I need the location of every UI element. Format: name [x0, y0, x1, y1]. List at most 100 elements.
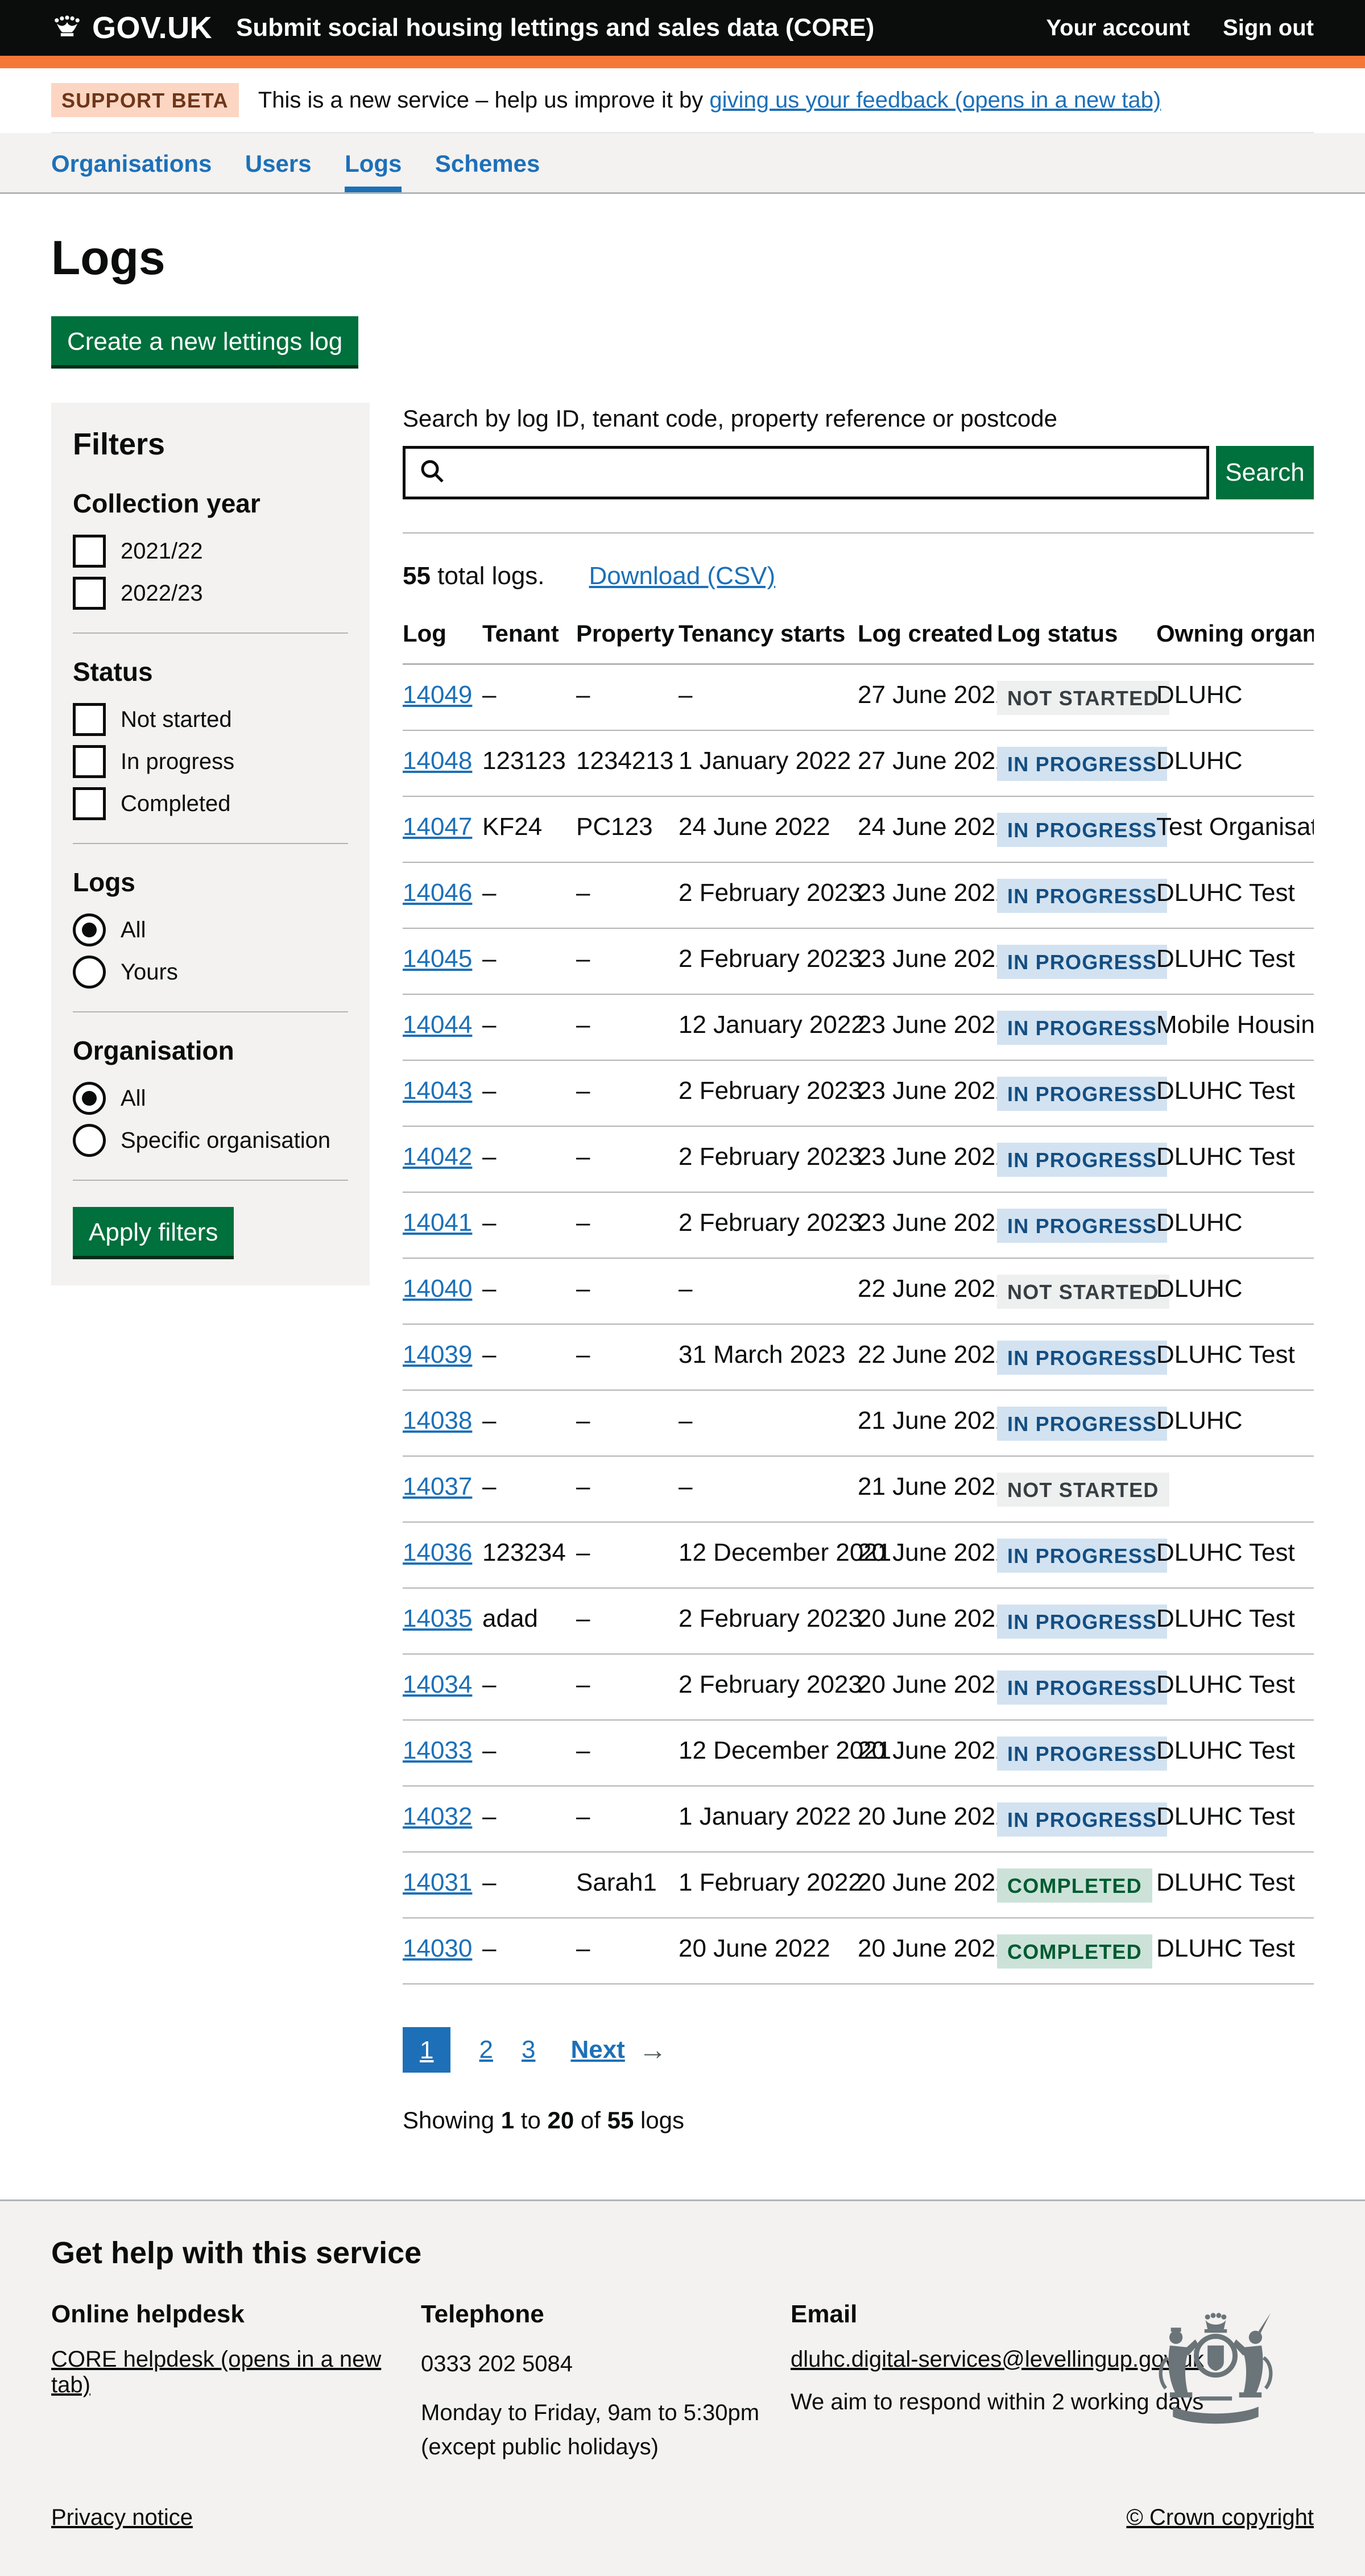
radio-option-logs-all[interactable]: All — [73, 913, 348, 946]
status-badge: In progress — [997, 879, 1167, 913]
property-cell: – — [576, 1258, 679, 1324]
checkbox-option-in-progress[interactable]: In progress — [73, 745, 348, 778]
checkbox-icon[interactable] — [73, 535, 106, 568]
create-lettings-log-button[interactable]: Create a new lettings log — [51, 316, 358, 365]
radio-icon[interactable] — [73, 956, 106, 989]
log-id-link[interactable]: 14038 — [403, 1407, 472, 1434]
tenancy-starts-cell: 20 June 2022 — [679, 1918, 858, 1984]
feedback-link[interactable]: giving us your feedback (opens in a new … — [709, 88, 1161, 113]
pagination-next[interactable]: Next — [570, 2036, 624, 2064]
column-header-log: Log — [403, 620, 482, 664]
log-id-link[interactable]: 14035 — [403, 1605, 472, 1632]
tenant-cell: – — [482, 994, 576, 1060]
radio-option-org-all[interactable]: All — [73, 1082, 348, 1115]
status-badge: Not started — [997, 1473, 1169, 1507]
log-id-link[interactable]: 14046 — [403, 879, 472, 907]
showing-count: 55 — [607, 2107, 634, 2133]
log-id-link[interactable]: 14042 — [403, 1143, 472, 1171]
tenancy-starts-cell: 12 December 2021 — [679, 1522, 858, 1588]
log-id-link[interactable]: 14043 — [403, 1077, 472, 1105]
radio-option-logs-yours[interactable]: Yours — [73, 956, 348, 989]
sign-out-link[interactable]: Sign out — [1223, 15, 1314, 41]
column-header-log-status: Log status — [997, 620, 1156, 664]
radio-option-org-specific[interactable]: Specific organisation — [73, 1124, 348, 1157]
table-header-row: Log Tenant Property Tenancy starts Log c… — [403, 620, 1314, 664]
radio-icon-selected[interactable] — [73, 913, 106, 946]
download-csv-link[interactable]: Download (CSV) — [589, 562, 776, 590]
log-created-cell: 20 June 2022 — [858, 1588, 997, 1654]
log-id-link[interactable]: 14033 — [403, 1736, 472, 1764]
log-id-link[interactable]: 14044 — [403, 1011, 472, 1039]
log-created-cell: 22 June 2022 — [858, 1324, 997, 1390]
table-row: 14046 – – 2 February 2023 23 June 2022 I… — [403, 862, 1314, 928]
tenancy-starts-cell: 1 February 2022 — [679, 1852, 858, 1918]
table-row: 14047 KF24 PC123 24 June 2022 24 June 20… — [403, 796, 1314, 862]
log-created-cell: 24 June 2022 — [858, 796, 997, 862]
checkbox-option-2022-23[interactable]: 2022/23 — [73, 577, 348, 610]
search-label: Search by log ID, tenant code, property … — [403, 405, 1314, 432]
table-row: 14042 – – 2 February 2023 23 June 2022 I… — [403, 1126, 1314, 1192]
owning-org-cell: DLUHC Test — [1156, 928, 1314, 994]
pagination-page-1-current[interactable]: 1 — [403, 2027, 450, 2073]
pagination-page-3[interactable]: 3 — [522, 2036, 535, 2064]
log-id-link[interactable]: 14049 — [403, 681, 472, 709]
log-id-link[interactable]: 14036 — [403, 1539, 472, 1566]
checkbox-icon[interactable] — [73, 703, 106, 736]
search-button[interactable]: Search — [1216, 446, 1314, 499]
crown-copyright-link[interactable]: © Crown copyright — [1126, 2505, 1314, 2530]
log-id-link[interactable]: 14040 — [403, 1275, 472, 1303]
tenant-cell: – — [482, 1654, 576, 1720]
checkbox-option-not-started[interactable]: Not started — [73, 703, 348, 736]
showing-summary: Showing 1 to 20 of 55 logs — [403, 2107, 1314, 2134]
property-cell: – — [576, 1390, 679, 1456]
phase-banner: SUPPORT BETA This is a new service – hel… — [0, 68, 1365, 133]
owning-org-cell: DLUHC — [1156, 1192, 1314, 1258]
service-name-link[interactable]: Submit social housing lettings and sales… — [236, 14, 874, 42]
crown-icon — [51, 14, 83, 43]
table-row: 14036 123234 – 12 December 2021 20 June … — [403, 1522, 1314, 1588]
option-label: All — [121, 1086, 146, 1111]
tab-organisations[interactable]: Organisations — [51, 150, 212, 192]
govuk-logo[interactable]: GOV.UK — [51, 10, 212, 46]
tab-users[interactable]: Users — [245, 150, 312, 192]
log-id-link[interactable]: 14030 — [403, 1934, 472, 1962]
log-id-link[interactable]: 14045 — [403, 945, 472, 973]
tab-schemes[interactable]: Schemes — [435, 150, 540, 192]
checkbox-icon[interactable] — [73, 745, 106, 778]
email-link[interactable]: dluhc.digital-services@levellingup.gov.u… — [791, 2347, 1204, 2372]
tenancy-starts-cell: 2 February 2023 — [679, 1588, 858, 1654]
checkbox-option-completed[interactable]: Completed — [73, 787, 348, 820]
table-row: 14032 – – 1 January 2022 20 June 2022 In… — [403, 1786, 1314, 1852]
telephone-number: 0333 202 5084 — [421, 2347, 791, 2381]
log-id-link[interactable]: 14032 — [403, 1802, 472, 1830]
property-cell: – — [576, 1126, 679, 1192]
checkbox-option-2021-22[interactable]: 2021/22 — [73, 535, 348, 568]
search-input[interactable] — [403, 446, 1209, 499]
status-badge: In progress — [997, 1539, 1167, 1573]
tab-logs[interactable]: Logs — [345, 150, 402, 192]
log-id-link[interactable]: 14047 — [403, 813, 472, 841]
log-id-link[interactable]: 14041 — [403, 1209, 472, 1237]
log-id-link[interactable]: 14034 — [403, 1671, 472, 1698]
tenant-cell: – — [482, 664, 576, 731]
owning-org-cell: DLUHC Test — [1156, 1324, 1314, 1390]
log-created-cell: 20 June 2022 — [858, 1918, 997, 1984]
privacy-notice-link[interactable]: Privacy notice — [51, 2505, 193, 2530]
tenant-cell: – — [482, 1786, 576, 1852]
your-account-link[interactable]: Your account — [1046, 15, 1190, 41]
option-label: Not started — [121, 707, 232, 733]
tenant-cell: – — [482, 1852, 576, 1918]
log-id-link[interactable]: 14039 — [403, 1341, 472, 1368]
core-helpdesk-link[interactable]: CORE helpdesk (opens in a new tab) — [51, 2347, 381, 2397]
apply-filters-button[interactable]: Apply filters — [73, 1207, 234, 1256]
radio-icon[interactable] — [73, 1124, 106, 1157]
status-badge: In progress — [997, 945, 1167, 979]
radio-icon-selected[interactable] — [73, 1082, 106, 1115]
log-id-link[interactable]: 14048 — [403, 747, 472, 775]
checkbox-icon[interactable] — [73, 787, 106, 820]
filter-group-title: Collection year — [73, 488, 348, 519]
log-id-link[interactable]: 14037 — [403, 1473, 472, 1500]
checkbox-icon[interactable] — [73, 577, 106, 610]
log-id-link[interactable]: 14031 — [403, 1868, 472, 1896]
pagination-page-2[interactable]: 2 — [479, 2036, 493, 2064]
